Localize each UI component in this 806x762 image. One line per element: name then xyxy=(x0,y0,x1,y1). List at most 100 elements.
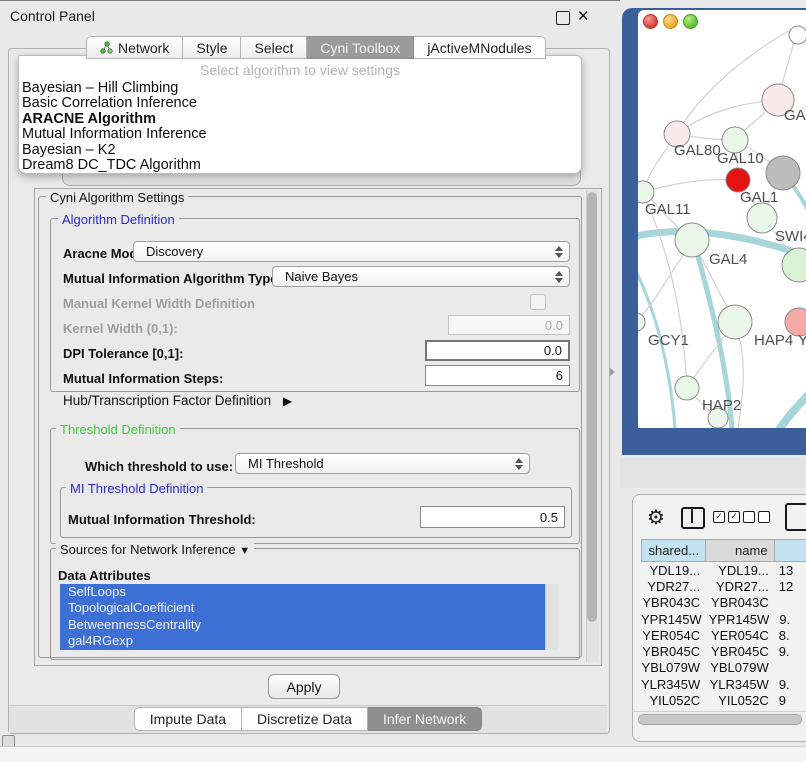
algorithm-option[interactable]: ARACNE Algorithm xyxy=(19,112,581,127)
table-cell[interactable]: 9. xyxy=(775,676,806,692)
network-node[interactable] xyxy=(747,203,777,233)
gear-icon[interactable]: ⚙ xyxy=(647,505,665,530)
table-cell[interactable]: YER054C xyxy=(641,627,706,643)
algorithm-option[interactable]: Bayesian – Hill Climbing xyxy=(19,81,581,96)
tab-jactivemnodules[interactable]: jActiveMNodules xyxy=(414,36,545,59)
table-cell[interactable]: YDR27... xyxy=(706,578,775,594)
sources-collapse-toggle[interactable]: Sources for Network Inference ▼ xyxy=(56,542,254,557)
network-node[interactable] xyxy=(638,313,645,331)
settings-scrollbar-thumb[interactable] xyxy=(587,192,597,622)
attribute-list-item[interactable]: TopologicalCoefficient xyxy=(60,600,545,616)
network-canvas[interactable]: GAL7GAL80GAL10GAL1GAL11SWI4GAL4GCY1HAP4Y… xyxy=(638,10,806,428)
column-header[interactable]: name xyxy=(706,539,775,562)
export-table-icon[interactable] xyxy=(785,503,806,531)
network-node[interactable] xyxy=(766,156,800,190)
table-cell[interactable]: YLR345W xyxy=(706,676,775,692)
tab-network[interactable]: Network xyxy=(86,36,183,59)
table-cell[interactable]: 9 xyxy=(775,692,806,708)
table-row[interactable]: YPR145WYPR145W9. xyxy=(641,611,806,627)
control-panel-title: Control Panel xyxy=(10,8,95,24)
table-cell[interactable] xyxy=(775,595,806,611)
table-cell[interactable]: YDR27... xyxy=(641,578,706,594)
hub-definition-expander[interactable]: Hub/Transcription Factor Definition ▶ xyxy=(63,393,292,408)
column-layout-icon[interactable] xyxy=(681,507,705,529)
attributes-scrollbar[interactable] xyxy=(545,584,558,650)
apply-button[interactable]: Apply xyxy=(268,674,340,699)
node-label: GAL10 xyxy=(717,150,764,167)
attribute-list-item[interactable]: SelfLoops xyxy=(60,584,545,600)
table-cell[interactable]: 9. xyxy=(775,643,806,659)
attribute-list-item[interactable]: BetweennessCentrality xyxy=(60,617,545,633)
table-row[interactable]: YDR27...YDR27...12 xyxy=(641,578,806,594)
mi-threshold-label: Mutual Information Threshold: xyxy=(68,512,256,527)
panel-splitter-handle[interactable] xyxy=(610,368,615,376)
table-cell[interactable]: YER054C xyxy=(706,627,775,643)
attribute-list-item[interactable]: gal4RGexp xyxy=(60,633,545,649)
network-node[interactable] xyxy=(782,248,806,282)
table-cell[interactable]: YBR043C xyxy=(706,595,775,611)
aracne-mode-select[interactable]: Discovery xyxy=(133,241,570,262)
tab-label: Style xyxy=(196,40,227,56)
table-row[interactable]: YIL052CYIL052C9 xyxy=(641,692,806,708)
table-cell[interactable]: 12 xyxy=(775,578,806,594)
node-label: HAP4 xyxy=(754,332,793,349)
manual-kernel-checkbox[interactable] xyxy=(530,294,546,310)
threshold-definition-title: Threshold Definition xyxy=(56,422,180,437)
table-cell[interactable]: YDL19... xyxy=(641,562,706,578)
table-cell[interactable]: YPR145W xyxy=(641,611,708,627)
dpi-tolerance-field[interactable]: 0.0 xyxy=(425,340,570,361)
table-cell[interactable]: YDL19... xyxy=(706,562,775,578)
kernel-width-field[interactable]: 0.0 xyxy=(448,315,570,335)
algorithm-option[interactable]: Bayesian – K2 xyxy=(19,143,581,158)
network-node[interactable] xyxy=(789,26,806,44)
table-row[interactable]: YER054CYER054C8. xyxy=(641,627,806,643)
network-node[interactable] xyxy=(675,376,699,400)
mi-threshold-field[interactable]: 0.5 xyxy=(420,506,565,528)
column-header[interactable] xyxy=(775,539,806,562)
which-threshold-select[interactable]: MI Threshold xyxy=(235,453,530,474)
window-zoom-button[interactable] xyxy=(683,14,698,29)
show-columns-icon[interactable]: ✓ ✓ xyxy=(713,511,740,523)
window-close-button[interactable] xyxy=(643,14,658,29)
table-cell[interactable]: 9. xyxy=(775,611,806,627)
table-cell[interactable]: YBL079W xyxy=(641,660,706,676)
mi-type-select[interactable]: Naive Bayes xyxy=(272,266,570,287)
table-cell[interactable]: YIL052C xyxy=(706,692,775,708)
algorithm-option[interactable]: Basic Correlation Inference xyxy=(19,96,581,111)
table-cell[interactable] xyxy=(775,660,806,676)
tab-cyni-toolbox[interactable]: Cyni Toolbox xyxy=(307,36,414,59)
tab-style[interactable]: Style xyxy=(183,36,241,59)
table-cell[interactable]: YBR045C xyxy=(641,643,706,659)
table-cell[interactable]: YBR045C xyxy=(706,643,775,659)
algorithm-option[interactable]: Mutual Information Inference xyxy=(19,127,581,142)
tab-infer-network[interactable]: Infer Network xyxy=(368,707,482,731)
node-label: GAL11 xyxy=(645,201,691,218)
hide-columns-icon[interactable] xyxy=(743,511,770,523)
mi-steps-field[interactable]: 6 xyxy=(425,365,570,386)
table-row[interactable]: YDL19...YDL19...13 xyxy=(641,562,806,578)
table-cell[interactable]: 13 xyxy=(775,562,806,578)
table-cell[interactable]: YBL079W xyxy=(706,660,775,676)
table-cell[interactable]: YLR345W xyxy=(641,676,706,692)
table-row[interactable]: YBL079WYBL079W xyxy=(641,660,806,676)
network-node[interactable] xyxy=(675,223,709,257)
table-cell[interactable]: YBR043C xyxy=(641,595,706,611)
table-cell[interactable]: 8. xyxy=(775,627,806,643)
close-icon[interactable]: ✕ xyxy=(577,7,590,25)
node-label: Y xyxy=(798,332,806,349)
window-minimize-button[interactable] xyxy=(663,14,678,29)
table-row[interactable]: YBR045CYBR045C9. xyxy=(641,643,806,659)
table-row[interactable]: YBR043CYBR043C xyxy=(641,595,806,611)
algorithm-option[interactable]: Dream8 DC_TDC Algorithm xyxy=(19,158,581,173)
column-header[interactable]: shared... xyxy=(641,539,706,562)
float-window-icon[interactable] xyxy=(556,11,570,25)
table-row[interactable]: YLR345WYLR345W9. xyxy=(641,676,806,692)
tab-select[interactable]: Select xyxy=(241,36,307,59)
table-cell[interactable]: YIL052C xyxy=(641,692,706,708)
tab-discretize-data[interactable]: Discretize Data xyxy=(242,707,368,731)
network-canvas-area[interactable]: GAL7GAL80GAL10GAL1GAL11SWI4GAL4GCY1HAP4Y… xyxy=(638,10,806,428)
table-cell[interactable]: YPR145W xyxy=(708,611,776,627)
table-hscrollbar-thumb[interactable] xyxy=(638,714,802,725)
network-node[interactable] xyxy=(718,305,752,339)
tab-impute-data[interactable]: Impute Data xyxy=(134,707,242,731)
